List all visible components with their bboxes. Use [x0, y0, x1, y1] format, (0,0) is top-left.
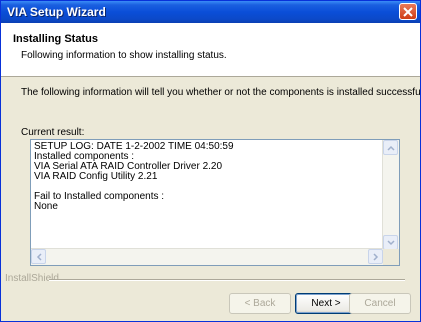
log-line: Fail to Installed components : [34, 191, 165, 202]
wizard-header: Installing Status Following information … [1, 23, 420, 77]
title-bar[interactable]: VIA Setup Wizard [1, 1, 420, 23]
intro-text: The following information will tell you … [21, 87, 421, 98]
chevron-left-icon [36, 253, 42, 261]
setup-log-textbox[interactable]: SETUP LOG: DATE 1-2-2002 TIME 04:50:59 I… [30, 139, 400, 266]
scroll-left-button[interactable] [31, 249, 46, 264]
next-button[interactable]: Next > [295, 293, 357, 314]
close-icon [403, 7, 413, 17]
setup-wizard-window: VIA Setup Wizard Installing Status Follo… [0, 0, 421, 322]
chevron-right-icon [373, 253, 379, 261]
header-title: Installing Status [13, 33, 98, 45]
current-result-label: Current result: [21, 127, 85, 138]
close-button[interactable] [399, 3, 417, 20]
chevron-up-icon [387, 145, 395, 151]
header-subtitle: Following information to show installing… [21, 50, 227, 61]
scroll-up-button[interactable] [383, 140, 398, 155]
cancel-button[interactable]: Cancel [349, 293, 411, 314]
chevron-down-icon [387, 240, 395, 246]
log-line: VIA RAID Config Utility 2.21 [34, 171, 158, 182]
scroll-right-button[interactable] [368, 249, 383, 264]
log-line: None [34, 201, 58, 212]
back-button[interactable]: < Back [229, 293, 291, 314]
scroll-down-button[interactable] [383, 235, 398, 250]
window-title: VIA Setup Wizard [7, 5, 106, 19]
scrollbar-corner [383, 249, 399, 265]
setup-log-text: SETUP LOG: DATE 1-2-2002 TIME 04:50:59 I… [34, 142, 374, 212]
vertical-scrollbar[interactable] [382, 140, 399, 250]
footer-divider [49, 279, 405, 281]
horizontal-scrollbar[interactable] [31, 248, 383, 265]
